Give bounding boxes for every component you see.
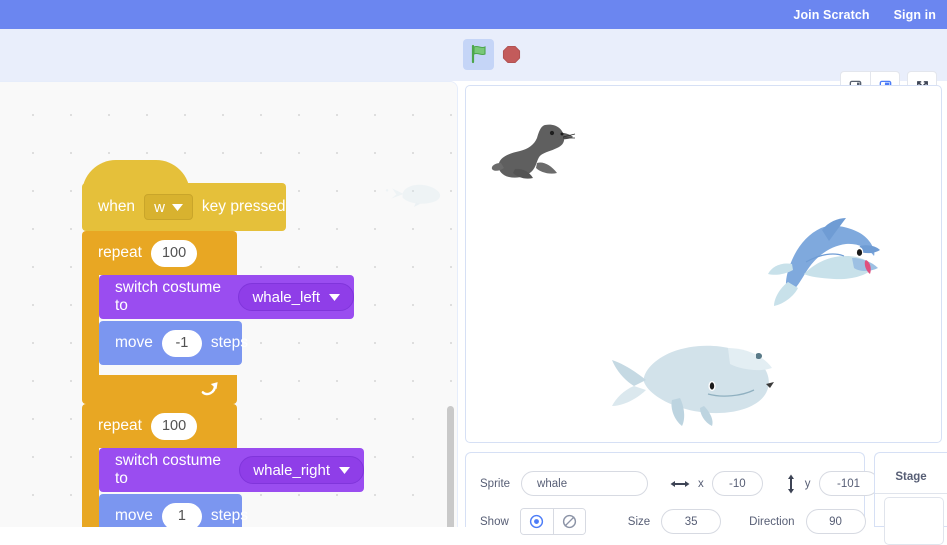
join-scratch-link[interactable]: Join Scratch xyxy=(793,8,869,22)
show-toggle-group xyxy=(519,508,586,535)
direction-label: Direction xyxy=(749,515,795,528)
costume-dropdown-1[interactable]: whale_left xyxy=(238,283,354,311)
sprite-info-row-2: Show Size 35 Direction 90 xyxy=(480,508,866,535)
key-pressed-label: key pressed xyxy=(201,198,286,215)
switch-costume-block-1[interactable]: switch costume to whale_left xyxy=(99,275,354,319)
direction-input[interactable]: 90 xyxy=(805,509,866,534)
loop-arrow-icon xyxy=(201,381,218,395)
sign-in-link[interactable]: Sign in xyxy=(894,8,936,22)
repeat-header-2: repeat 100 xyxy=(82,404,237,448)
run-controls xyxy=(463,36,527,72)
green-flag-icon xyxy=(471,44,486,64)
seal-sprite[interactable] xyxy=(491,111,581,191)
sprite-label: Sprite xyxy=(480,477,511,490)
key-dropdown-value: w xyxy=(154,198,165,216)
move-steps-input-2[interactable]: 1 xyxy=(161,502,202,527)
stage-area[interactable] xyxy=(465,85,942,443)
sprite-name-input[interactable]: whale xyxy=(521,471,649,496)
repeat-count-input-1[interactable]: 100 xyxy=(150,239,198,267)
switch-costume-label-2: switch costume to xyxy=(115,452,221,487)
show-label: Show xyxy=(480,515,509,528)
script-stack[interactable]: when w key pressed repeat 100 switch cos… xyxy=(82,160,364,527)
vertical-arrow-icon xyxy=(787,474,794,493)
costume-dropdown-value-1: whale_left xyxy=(252,288,320,306)
move-steps-input-1[interactable]: -1 xyxy=(161,329,202,357)
sprite-info-row-1: Sprite whale x -10 y -101 xyxy=(480,471,879,496)
key-dropdown[interactable]: w xyxy=(144,194,193,220)
x-label: x xyxy=(698,477,704,490)
size-input[interactable]: 35 xyxy=(661,509,722,534)
repeat-label-2: repeat xyxy=(98,417,142,434)
move-steps-block-2[interactable]: move 1 steps xyxy=(99,494,248,527)
repeat-block-2[interactable]: repeat 100 switch costume to whale_right… xyxy=(82,404,364,527)
when-key-pressed-block[interactable]: when w key pressed xyxy=(82,160,286,231)
chevron-down-icon xyxy=(329,293,340,301)
chevron-down-icon xyxy=(171,203,183,211)
repeat-body-2: switch costume to whale_right move 1 ste… xyxy=(82,448,364,527)
show-hidden-button[interactable] xyxy=(552,509,585,534)
stage-selector-title: Stage xyxy=(895,471,927,483)
show-visible-button[interactable] xyxy=(520,509,553,534)
costume-dropdown-value-2: whale_right xyxy=(253,461,330,479)
stop-button[interactable] xyxy=(496,39,527,70)
move-steps-block-1[interactable]: move -1 steps xyxy=(99,321,248,365)
y-label: y xyxy=(804,477,811,490)
dolphin-sprite[interactable] xyxy=(766,216,884,308)
sprite-info-panel: Sprite whale x -10 y -101 Show Size 35 D… xyxy=(465,452,879,535)
when-label: when xyxy=(98,198,136,215)
green-flag-button[interactable] xyxy=(463,38,494,70)
y-input[interactable]: -101 xyxy=(818,471,879,496)
stage-selector-panel[interactable]: Stage xyxy=(874,452,947,545)
stage-thumbnail[interactable] xyxy=(884,497,944,545)
repeat-block-1[interactable]: repeat 100 switch costume to whale_left xyxy=(82,231,354,404)
stage-selector-divider xyxy=(875,493,947,494)
costume-dropdown-2[interactable]: whale_right xyxy=(239,456,364,484)
chevron-down-icon xyxy=(339,466,350,474)
code-vertical-scrollbar[interactable] xyxy=(447,406,454,527)
stop-sign-icon xyxy=(502,45,521,63)
top-menu-bar: Join Scratch Sign in xyxy=(0,0,947,29)
size-label: Size xyxy=(627,515,651,528)
x-input[interactable]: -10 xyxy=(711,471,763,496)
repeat-body-1: switch costume to whale_left move -1 ste… xyxy=(82,275,354,375)
steps-label-2: steps xyxy=(210,507,248,524)
repeat-label-1: repeat xyxy=(98,244,142,261)
switch-costume-block-2[interactable]: switch costume to whale_right xyxy=(99,448,364,492)
switch-costume-label-1: switch costume to xyxy=(115,279,221,314)
controls-strip xyxy=(0,29,947,101)
move-label-2: move xyxy=(115,507,153,524)
repeat-header-1: repeat 100 xyxy=(82,231,237,275)
steps-label-1: steps xyxy=(210,334,248,351)
whale-sprite[interactable] xyxy=(608,336,788,428)
code-workspace[interactable]: when w key pressed repeat 100 switch cos… xyxy=(0,81,458,527)
move-label-1: move xyxy=(115,334,153,351)
repeat-count-input-2[interactable]: 100 xyxy=(150,412,198,440)
repeat-footer-1 xyxy=(82,375,237,404)
horizontal-arrow-icon xyxy=(670,480,690,487)
